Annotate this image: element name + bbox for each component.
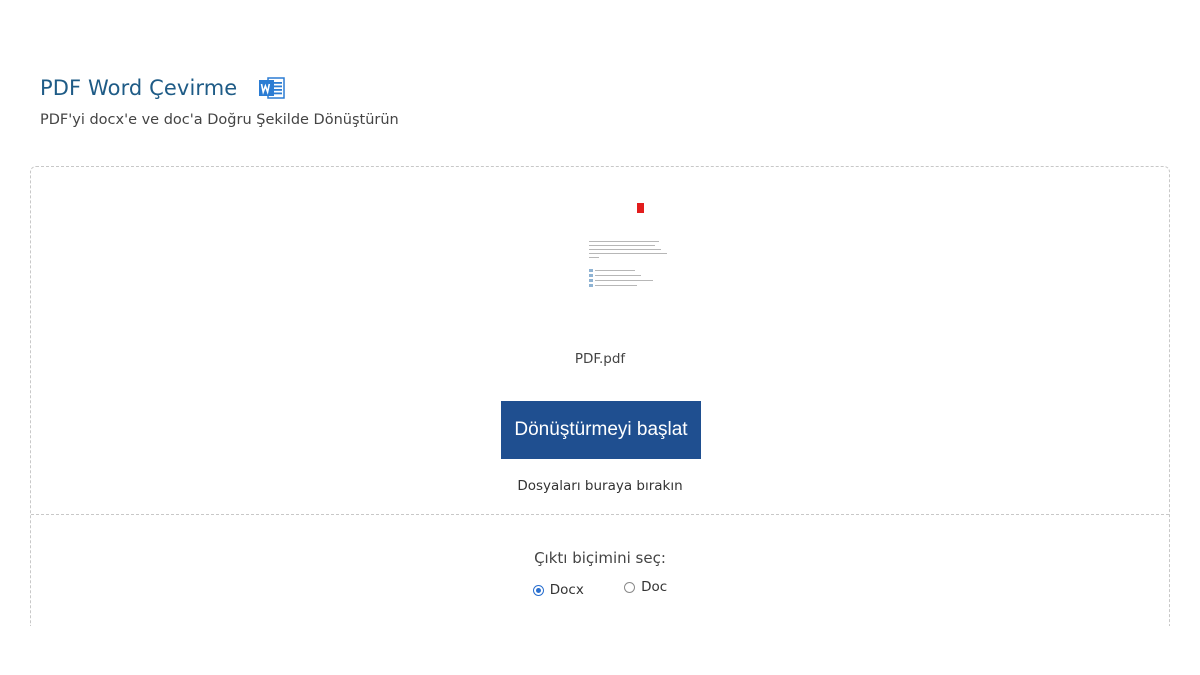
thumbnail-text-line <box>595 275 641 276</box>
radio-docx[interactable] <box>532 584 544 596</box>
thumbnail-bullet <box>589 284 593 287</box>
header: PDF Word Çevirme PDF'yi docx'e ve doc'a … <box>40 76 399 128</box>
title-row: PDF Word Çevirme <box>40 76 399 100</box>
microsoft-word-icon <box>259 76 286 100</box>
thumbnail-bullet <box>589 269 593 272</box>
format-option-docx[interactable]: Docx <box>532 582 584 598</box>
pdf-page-thumbnail[interactable] <box>551 193 667 303</box>
thumbnail-text-line <box>589 245 655 246</box>
section-divider <box>31 514 1169 515</box>
file-dropzone[interactable]: PDF.pdf Dönüştürmeyi başlat Dosyaları bu… <box>30 166 1170 626</box>
output-format-options: Docx Doc <box>31 579 1169 598</box>
start-conversion-button[interactable]: Dönüştürmeyi başlat <box>501 401 701 459</box>
file-name: PDF.pdf <box>574 351 626 367</box>
format-option-doc[interactable]: Doc <box>624 579 667 595</box>
thumbnail-text-line <box>595 285 637 286</box>
thumbnail-text-line <box>589 241 659 242</box>
page-title: PDF Word Çevirme <box>40 76 238 100</box>
output-format-label: Çıktı biçimini seç: <box>534 549 666 567</box>
format-option-label: Docx <box>549 582 584 598</box>
thumbnail-bullet <box>589 279 593 282</box>
page: PDF Word Çevirme PDF'yi docx'e ve doc'a … <box>0 0 1200 675</box>
adobe-logo-icon <box>637 203 644 213</box>
thumbnail-text-line <box>589 253 667 254</box>
radio-doc[interactable] <box>624 581 636 593</box>
thumbnail-text-line <box>589 257 599 258</box>
drop-hint: Dosyaları buraya bırakın <box>517 478 683 494</box>
format-option-label: Doc <box>641 579 668 595</box>
thumbnail-bullet <box>589 274 593 277</box>
thumbnail-text-line <box>595 270 635 271</box>
thumbnail-text-line <box>589 249 661 250</box>
page-subtitle: PDF'yi docx'e ve doc'a Doğru Şekilde Dön… <box>40 112 399 128</box>
thumbnail-text-line <box>595 280 653 281</box>
